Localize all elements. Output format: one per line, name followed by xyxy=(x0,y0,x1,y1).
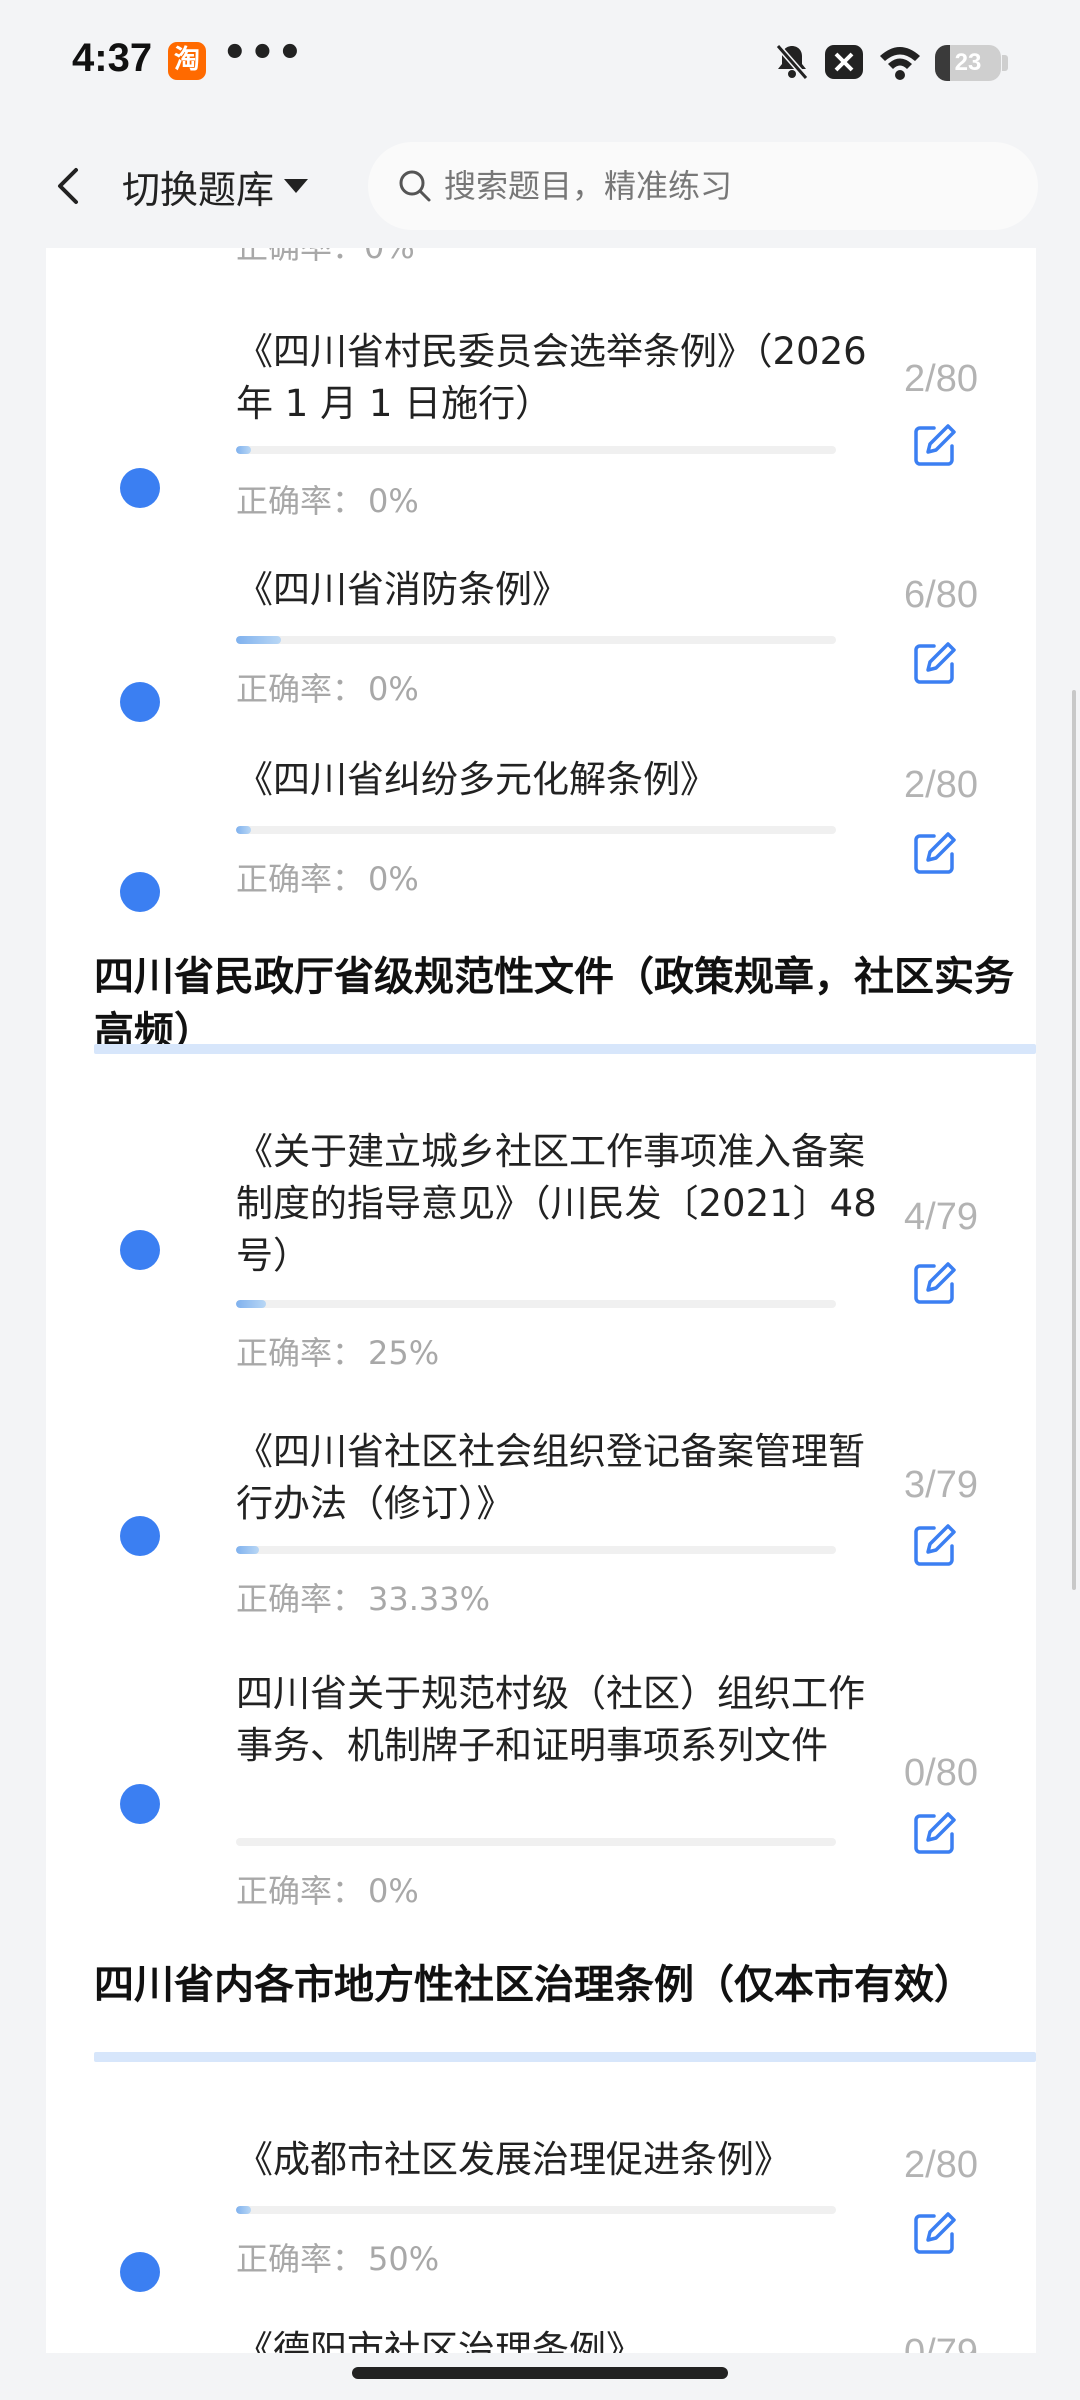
status-dot xyxy=(120,1230,160,1270)
accuracy-rate: 正确率： 50% xyxy=(236,2240,440,2278)
progress-fill xyxy=(236,826,251,834)
status-dot xyxy=(120,872,160,912)
progress-fill xyxy=(236,636,281,644)
mute-bell-icon xyxy=(775,44,809,80)
item-title: 《德阳市社区治理条例》 xyxy=(236,2328,643,2353)
item-title: 《关于建立城乡社区工作事项准入备案制度的指导意见》（川民发〔2021〕48 号） xyxy=(236,1130,877,1277)
progress-bar xyxy=(236,636,836,644)
edit-icon[interactable] xyxy=(912,2210,958,2256)
progress-fill xyxy=(236,1300,266,1308)
caret-down-icon xyxy=(284,179,309,193)
status-bar: 4:37 淘 ••• 23 xyxy=(0,0,1080,124)
question-count: 6/80 xyxy=(904,574,978,616)
progress-bar xyxy=(236,1300,836,1308)
item-title: 《四川省社区社会组织登记备案管理暂行办法（修订）》 xyxy=(236,1430,865,1525)
progress-bar xyxy=(236,1546,836,1554)
question-count: 2/80 xyxy=(904,764,978,806)
question-count: 2/80 xyxy=(904,2144,978,2186)
battery-cap xyxy=(1002,55,1008,71)
search-bar[interactable] xyxy=(368,142,1038,230)
edit-icon[interactable] xyxy=(912,830,958,876)
search-icon xyxy=(399,170,431,202)
edit-icon[interactable] xyxy=(912,640,958,686)
accuracy-rate: 正确率： 0% xyxy=(236,860,419,898)
progress-bar xyxy=(236,2206,836,2214)
question-bank-list: 正确率：0% 《四川省村民委员会选举条例》（2026 年 1 月 1 日施行） … xyxy=(46,248,1036,2353)
progress-bar xyxy=(236,446,836,454)
section-underline xyxy=(94,2052,1036,2062)
status-dot xyxy=(120,1784,160,1824)
accuracy-rate: 正确率： 25% xyxy=(236,1334,440,1372)
edit-icon[interactable] xyxy=(912,1260,958,1306)
status-dot xyxy=(120,2252,160,2292)
switch-library-button[interactable]: 切换题库 xyxy=(122,154,309,218)
battery-indicator: 23 xyxy=(935,45,1001,81)
progress-fill xyxy=(236,2206,251,2214)
more-notifications-icon: ••• xyxy=(222,30,305,76)
header: 切换题库 xyxy=(0,124,1080,248)
status-dot xyxy=(120,1516,160,1556)
home-indicator[interactable] xyxy=(352,2367,728,2379)
item-title: 《四川省消防条例》 xyxy=(236,568,569,611)
item-title: 四川省关于规范村级（社区）组织工作事务、机制牌子和证明事项系列文件 xyxy=(236,1672,865,1767)
edit-icon[interactable] xyxy=(912,1522,958,1568)
edit-icon[interactable] xyxy=(912,1810,958,1856)
item-title: 《四川省村民委员会选举条例》（2026 年 1 月 1 日施行） xyxy=(236,330,867,425)
question-count: 3/79 xyxy=(904,1464,978,1506)
progress-bar xyxy=(236,826,836,834)
wifi-icon xyxy=(880,47,920,80)
question-count: 4/79 xyxy=(904,1196,978,1238)
progress-fill xyxy=(236,446,251,454)
edit-icon[interactable] xyxy=(912,422,958,468)
accuracy-rate: 正确率： 0% xyxy=(236,482,419,520)
section-underline xyxy=(94,1044,1036,1054)
list-item-rate-clipped: 正确率：0% xyxy=(236,248,415,268)
section-title: 四川省内各市地方性社区治理条例（仅本市有效） xyxy=(94,1962,974,2008)
item-title: 《成都市社区发展治理促进条例》 xyxy=(236,2138,791,2181)
question-count: 0/80 xyxy=(904,1752,978,1794)
search-input[interactable] xyxy=(444,167,1004,205)
battery-level: 23 xyxy=(954,49,982,76)
progress-fill xyxy=(236,1546,259,1554)
progress-bar xyxy=(236,1838,836,1846)
scrollbar[interactable] xyxy=(1072,690,1076,1590)
taobao-app-icon: 淘 xyxy=(168,42,206,80)
switch-library-label: 切换题库 xyxy=(122,167,275,212)
accuracy-rate: 正确率： 0% xyxy=(236,1872,419,1910)
accuracy-rate: 正确率： 0% xyxy=(236,670,419,708)
status-time: 4:37 xyxy=(72,36,153,80)
status-dot xyxy=(120,468,160,508)
back-arrow-icon[interactable] xyxy=(40,154,100,218)
status-dot xyxy=(120,682,160,722)
question-count: 0/79 xyxy=(904,2332,978,2353)
close-box-icon xyxy=(825,45,863,79)
accuracy-rate: 正确率： 33.33% xyxy=(236,1580,491,1618)
item-title: 《四川省纠纷多元化解条例》 xyxy=(236,758,717,801)
question-count: 2/80 xyxy=(904,358,978,400)
